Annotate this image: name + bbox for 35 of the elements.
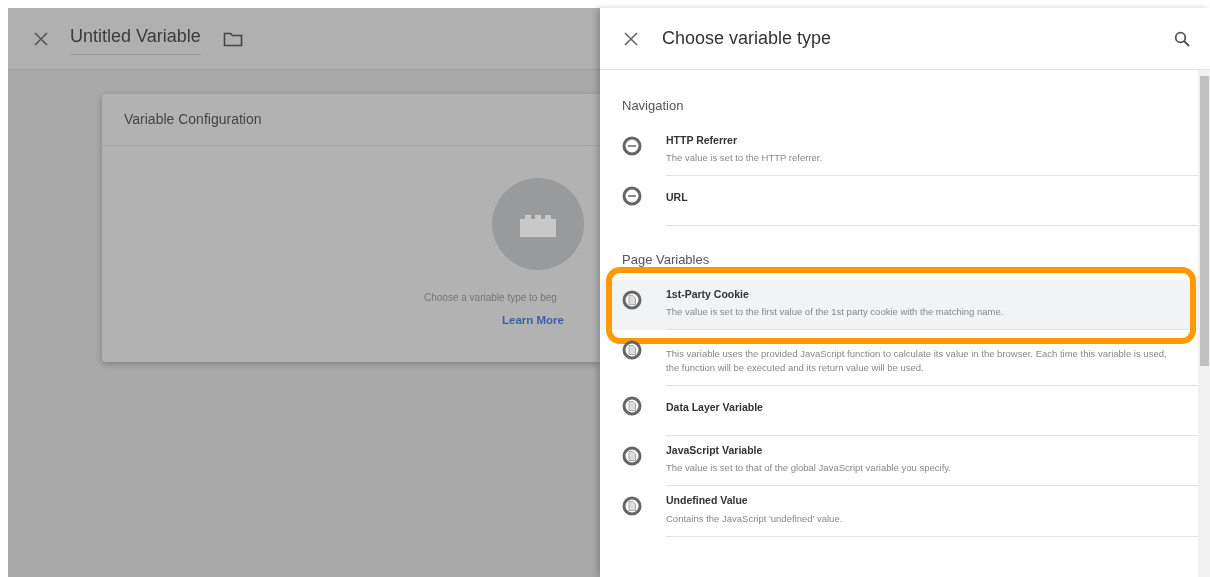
scrollbar[interactable]	[1198, 70, 1210, 577]
folder-icon[interactable]	[222, 30, 243, 47]
variable-type-item[interactable]: Data Layer Variable	[600, 385, 1198, 436]
variable-type-item[interactable]: JavaScript Variable The value is set to that of the global JavaScript variable you specify.	[600, 435, 1198, 487]
panel-title: Choose variable type	[662, 27, 833, 50]
item-description: Contains the JavaScript 'undefined' value.	[666, 511, 844, 526]
document-circle-icon	[622, 395, 642, 416]
item-title: URL	[666, 190, 689, 205]
variable-type-item[interactable]: Undefined Value Contains the JavaScript 'undefined' value.	[600, 486, 1198, 537]
item-title: Data Layer Variable	[666, 399, 764, 415]
item-description: The value is set to that of the global JavaScript variable you specify.	[666, 461, 952, 476]
close-icon[interactable]	[34, 31, 48, 46]
document-circle-icon	[622, 289, 642, 310]
item-title: HTTP Referrer	[666, 132, 738, 148]
close-icon[interactable]	[624, 31, 638, 46]
item-description: The value is set to the HTTP referrer.	[666, 151, 824, 165]
variable-type-item[interactable]: URL	[600, 176, 1198, 226]
document-circle-icon	[622, 340, 642, 361]
document-circle-icon	[622, 496, 642, 517]
item-description: This variable uses the provided JavaScript function to calculate its value in the browser. Each time this variable is used, the function will be executed and its return value will be used.	[666, 347, 1168, 375]
variable-type-item[interactable]: This variable uses the provided JavaScript function to calculate its value in the browser. Each time this variable is used, the function will be executed and its return value will be used.	[600, 330, 1198, 386]
variable-type-item[interactable]: HTTP Referrer The value is set to the HTTP referrer.	[600, 125, 1198, 176]
minus-circle-icon	[622, 135, 642, 156]
card-title: Variable Configuration	[102, 94, 600, 146]
item-title: Undefined Value	[666, 493, 749, 509]
document-circle-icon	[622, 445, 642, 466]
minus-circle-icon	[622, 186, 642, 206]
search-icon[interactable]	[1174, 30, 1190, 47]
item-title: JavaScript Variable	[666, 442, 764, 458]
item-description: The value is set to the first value of the 1st party cookie with the matching name.	[666, 305, 1005, 320]
section-heading: Page Variables	[622, 251, 711, 269]
item-title: 1st-Party Cookie	[666, 286, 750, 302]
variable-name-field[interactable]: Untitled Variable	[70, 22, 201, 55]
variable-type-item[interactable]: 1st-Party Cookie The value is set to the first value of the 1st party cookie with the matching name.	[600, 279, 1198, 331]
section-heading: Navigation	[622, 97, 685, 115]
